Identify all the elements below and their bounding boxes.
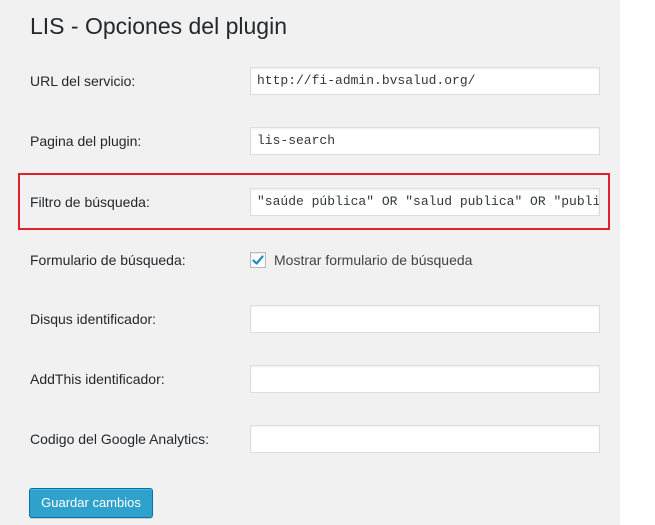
service-url-input[interactable]: http://fi-admin.bvsalud.org/	[250, 67, 600, 95]
addthis-id-input[interactable]	[250, 365, 600, 393]
search-form-checkbox-group[interactable]: Mostrar formulario de búsqueda	[250, 252, 472, 268]
page-title: LIS - Opciones del plugin	[30, 13, 287, 39]
search-form-label: Formulario de búsqueda:	[30, 252, 186, 268]
row-addthis-id: AddThis identificador:	[18, 352, 610, 406]
plugin-page-label: Pagina del plugin:	[30, 133, 142, 149]
row-google-analytics: Codigo del Google Analytics:	[18, 412, 610, 466]
row-search-filter: Filtro de búsqueda: "saúde pública" OR "…	[18, 173, 610, 230]
google-analytics-label: Codigo del Google Analytics:	[30, 431, 209, 447]
save-changes-button[interactable]: Guardar cambios	[29, 488, 153, 518]
search-form-checkbox[interactable]	[250, 252, 266, 268]
google-analytics-input[interactable]	[250, 425, 600, 453]
checkmark-icon	[252, 255, 264, 265]
disqus-id-label: Disqus identificador:	[30, 311, 157, 327]
search-form-checkbox-label[interactable]: Mostrar formulario de búsqueda	[274, 252, 472, 268]
row-service-url: URL del servicio: http://fi-admin.bvsalu…	[18, 54, 610, 108]
plugin-page-input[interactable]: lis-search	[250, 127, 600, 155]
row-plugin-page: Pagina del plugin: lis-search	[18, 114, 610, 168]
disqus-id-input[interactable]	[250, 305, 600, 333]
service-url-label: URL del servicio:	[30, 73, 136, 89]
row-search-form: Formulario de búsqueda: Mostrar formular…	[18, 233, 610, 287]
addthis-id-label: AddThis identificador:	[30, 371, 165, 387]
search-filter-label: Filtro de búsqueda:	[30, 193, 150, 210]
search-filter-input[interactable]: "saúde pública" OR "salud publica" OR "p…	[250, 187, 600, 216]
row-disqus-id: Disqus identificador:	[18, 292, 610, 346]
